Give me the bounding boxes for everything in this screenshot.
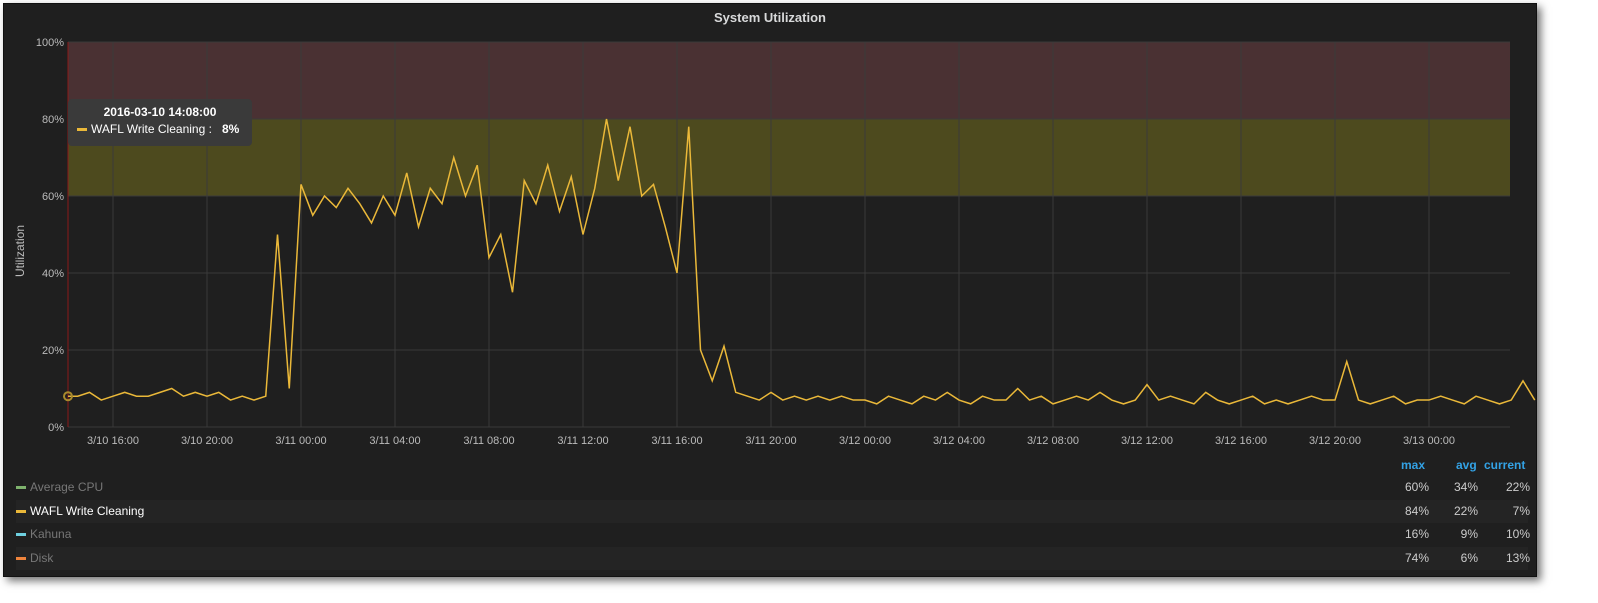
- header-max[interactable]: max: [1401, 458, 1425, 472]
- legend-max: 84%: [1404, 503, 1429, 518]
- chart-svg[interactable]: 0% 20% 40% 60% 80% 100% 3/10 16:00 3/10 20:00 3/…: [4, 4, 1536, 454]
- legend-item[interactable]: Disk 74% 6% 13%: [16, 546, 1530, 570]
- series-swatch-icon: [16, 533, 26, 537]
- x-tick-label: 3/12 20:00: [1309, 435, 1361, 447]
- legend-table: max avg current Average CPU 60% 34% 22% WAFL W…: [16, 456, 1530, 570]
- header-current[interactable]: current: [1484, 458, 1525, 472]
- x-tick-label: 3/11 08:00: [463, 435, 514, 447]
- legend-avg: 22%: [1453, 503, 1478, 518]
- x-tick-label: 3/11 20:00: [745, 435, 796, 447]
- x-tick-label: 3/12 16:00: [1215, 435, 1267, 447]
- y-tick-label: 100%: [36, 37, 64, 49]
- y-tick-label: 40%: [42, 268, 64, 280]
- tooltip-value: 8%: [221, 122, 240, 136]
- series-swatch-icon: [16, 556, 26, 560]
- legend-name: Kahuna: [30, 527, 72, 541]
- threshold-band: [68, 42, 1510, 119]
- legend-current: 7%: [1512, 503, 1530, 518]
- legend-name: WAFL Write Cleaning: [30, 503, 145, 518]
- legend-item[interactable]: WAFL Write Cleaning 84% 22% 7%: [16, 499, 1530, 523]
- y-tick-label: 80%: [42, 114, 64, 126]
- x-tick-label: 3/12 08:00: [1027, 435, 1079, 447]
- legend-current: 10%: [1505, 527, 1530, 541]
- legend-name: Average CPU: [30, 480, 104, 494]
- series-swatch-icon: [77, 128, 87, 132]
- legend-item[interactable]: Average CPU 60% 34% 22%: [16, 476, 1530, 500]
- legend-max: 16%: [1404, 527, 1429, 541]
- x-tick-label: 3/11 04:00: [369, 435, 420, 447]
- legend-current: 13%: [1505, 550, 1530, 565]
- legend-max: 74%: [1404, 550, 1429, 565]
- x-tick-label: 3/12 00:00: [839, 435, 891, 447]
- x-tick-label: 3/10 16:00: [87, 435, 139, 447]
- legend-current: 22%: [1505, 480, 1530, 494]
- x-tick-label: 3/11 12:00: [557, 435, 608, 447]
- legend-avg: 9%: [1460, 527, 1478, 541]
- y-tick-label: 0%: [48, 422, 64, 434]
- x-tick-label: 3/10 20:00: [181, 435, 233, 447]
- legend-avg: 6%: [1460, 550, 1478, 565]
- legend-max: 60%: [1404, 480, 1429, 494]
- chart-panel: System Utilization Utilization 0% 20% 40% 6…: [3, 3, 1537, 577]
- x-tick-label: 3/12 12:00: [1121, 435, 1173, 447]
- x-tick-label: 3/11 16:00: [651, 435, 702, 447]
- tooltip-series: WAFL Write Cleaning :: [91, 122, 212, 136]
- x-tick-label: 3/11 00:00: [275, 435, 326, 447]
- tooltip: 2016-03-10 14:08:00 WAFL Write Cleaning …: [68, 99, 252, 146]
- threshold-band: [68, 119, 1510, 196]
- legend-avg: 34%: [1453, 480, 1478, 494]
- header-avg[interactable]: avg: [1456, 458, 1477, 472]
- series-swatch-icon: [16, 486, 26, 490]
- legend-item[interactable]: Kahuna 16% 9% 10%: [16, 523, 1530, 547]
- series-swatch-icon: [16, 509, 26, 513]
- tooltip-time: 2016-03-10 14:08:00: [103, 105, 217, 119]
- legend-name: Disk: [30, 550, 54, 565]
- x-tick-label: 3/13 00:00: [1403, 435, 1455, 447]
- y-tick-label: 20%: [42, 345, 64, 357]
- x-tick-label: 3/12 04:00: [933, 435, 985, 447]
- y-tick-label: 60%: [42, 191, 64, 203]
